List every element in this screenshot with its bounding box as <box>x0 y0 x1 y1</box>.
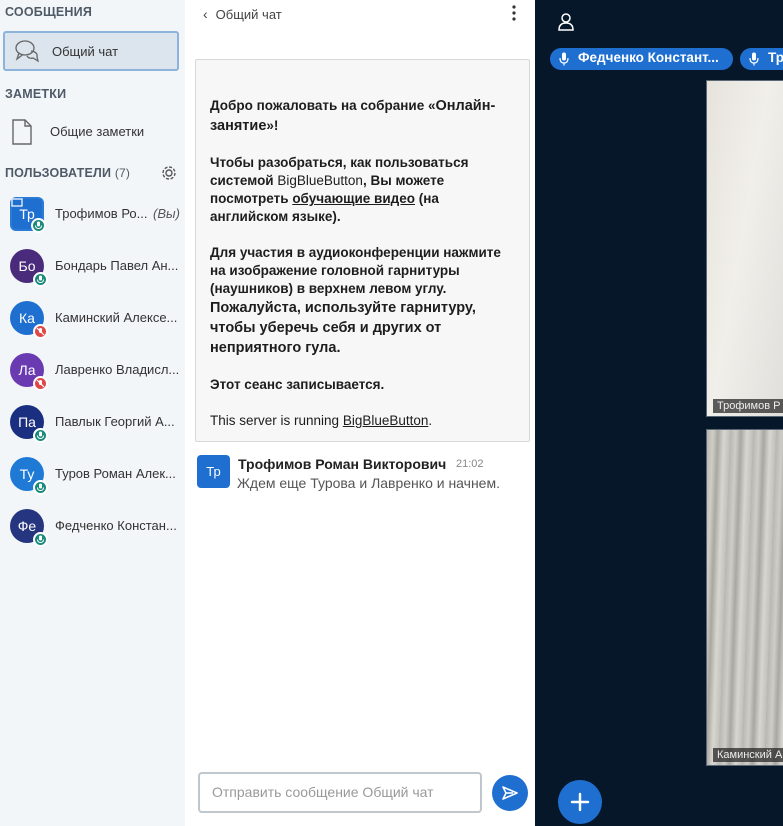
avatar-initials: Па <box>18 414 36 430</box>
video-tile[interactable]: Каминский А <box>706 429 783 766</box>
mic-icon <box>31 218 46 233</box>
users-title-text: ПОЛЬЗОВАТЕЛИ <box>5 166 112 180</box>
presenter-icon <box>11 198 23 207</box>
welcome-text: . <box>428 413 433 428</box>
welcome-text: Этот сеанс записывается. <box>210 377 385 392</box>
message-time: 21:02 <box>456 458 484 470</box>
message-author: Трофимов Роман Викторович <box>238 456 447 472</box>
chevron-left-icon: ‹ <box>203 6 208 22</box>
chat-panel: ‹ Общий чат Добро пожаловать на собрание … <box>185 0 535 826</box>
mic-icon <box>33 480 48 495</box>
user-icon[interactable] <box>558 13 574 31</box>
brand-text: BigBlueButton <box>277 173 363 188</box>
back-button[interactable]: ‹ Общий чат <box>203 6 282 22</box>
talking-indicator[interactable]: Тр <box>740 48 783 70</box>
public-chat-label: Общий чат <box>52 44 119 59</box>
user-item[interactable]: Бо Бондарь Павел Ан... <box>0 245 185 289</box>
chat-bubbles-icon <box>15 40 40 63</box>
recording-notice: Этот сеанс записывается. <box>210 376 515 394</box>
more-options-icon[interactable] <box>511 4 517 22</box>
avatar: Бо <box>10 249 48 287</box>
send-icon <box>502 786 518 800</box>
avatar-initials: Бо <box>18 258 36 274</box>
video-tile-name: Каминский А <box>713 748 783 762</box>
users-count: (7) <box>114 166 131 180</box>
tutorial-video-link[interactable]: обучающие видео <box>292 191 415 206</box>
welcome-audio: Для участия в аудиоконференции нажмите н… <box>210 244 515 358</box>
welcome-text: Добро пожаловать на собрание « <box>210 98 436 113</box>
user-list-sidebar: СООБЩЕНИЯ Общий чат ЗАМЕТКИ Общие заметк… <box>0 0 185 826</box>
video-area: Федченко Констант... Тр Трофимов Р Камин… <box>535 0 783 826</box>
user-item[interactable]: Ка Каминский Алексе... <box>0 297 185 341</box>
message-text: Ждем еще Турова и Лавренко и начнем. <box>237 475 500 491</box>
plus-icon <box>570 792 590 812</box>
welcome-text: »! <box>266 118 279 133</box>
muted-mic-icon <box>33 376 48 391</box>
video-tile-name: Трофимов Р <box>713 399 783 413</box>
user-name: Трофимов Ро... <box>55 206 148 221</box>
message-input[interactable]: Отправить сообщение Общий чат <box>198 772 482 813</box>
notes-section-title: ЗАМЕТКИ <box>5 87 67 101</box>
user-name: Павлык Георгий А... <box>55 414 175 429</box>
welcome-greeting: Добро пожаловать на собрание «Онлайн-зан… <box>210 96 515 136</box>
user-item[interactable]: Па Павлык Георгий А... <box>0 401 185 445</box>
actions-button[interactable] <box>558 780 602 824</box>
document-icon <box>12 119 32 145</box>
avatar-initials: Ка <box>19 310 35 326</box>
you-label: (Вы) <box>153 206 180 221</box>
avatar-initials: Ла <box>18 362 36 378</box>
avatar: Ла <box>10 353 48 391</box>
public-chat-item[interactable]: Общий чат <box>3 31 179 71</box>
avatar-initials: Ту <box>19 466 35 482</box>
users-section-title: ПОЛЬЗОВАТЕЛИ (7) <box>5 166 130 180</box>
welcome-text: Для участия в аудиоконференции нажмите н… <box>210 245 501 296</box>
muted-mic-icon <box>33 324 48 339</box>
send-button[interactable] <box>492 775 528 811</box>
messages-section-title: СООБЩЕНИЯ <box>5 5 93 19</box>
avatar: Фе <box>10 509 48 547</box>
shared-notes-item[interactable]: Общие заметки <box>0 114 185 150</box>
chat-title: Общий чат <box>215 7 282 22</box>
welcome-tutorial: Чтобы разобраться, как пользоваться сист… <box>210 154 515 226</box>
gear-icon[interactable] <box>160 164 178 182</box>
user-name: Федченко Констан... <box>55 518 177 533</box>
avatar: Ка <box>10 301 48 339</box>
avatar-initials: Фе <box>17 518 37 534</box>
talker-name: Федченко Констант... <box>578 50 719 65</box>
microphone-icon <box>559 52 569 66</box>
server-notice: This server is running BigBlueButton. <box>210 412 515 430</box>
user-name: Туров Роман Алек... <box>55 466 176 481</box>
user-item[interactable]: Фе Федченко Констан... <box>0 505 185 549</box>
chat-header: ‹ Общий чат <box>185 0 535 28</box>
avatar: Па <box>10 405 48 443</box>
mic-icon <box>33 532 48 547</box>
avatar: Тр <box>10 197 46 233</box>
user-name: Лавренко Владисл... <box>55 362 180 377</box>
welcome-text: This server is running <box>210 413 343 428</box>
user-item[interactable]: Ла Лавренко Владисл... <box>0 349 185 393</box>
headset-warning: Пожалуйста, используйте гарнитуру, чтобы… <box>210 300 476 356</box>
welcome-message: Добро пожаловать на собрание «Онлайн-зан… <box>195 59 530 442</box>
avatar: Ту <box>10 457 48 495</box>
mic-icon <box>33 272 48 287</box>
user-item[interactable]: Ту Туров Роман Алек... <box>0 453 185 497</box>
shared-notes-label: Общие заметки <box>50 124 145 139</box>
user-item[interactable]: Тр Трофимов Ро... (Вы) <box>0 193 185 237</box>
bigbluebutton-link[interactable]: BigBlueButton <box>343 413 429 428</box>
user-name: Бондарь Павел Ан... <box>55 258 179 273</box>
microphone-icon <box>749 52 759 66</box>
mic-icon <box>33 428 48 443</box>
video-tile[interactable]: Трофимов Р <box>706 80 783 417</box>
avatar: Тр <box>197 455 230 488</box>
talking-indicator[interactable]: Федченко Констант... <box>550 48 733 70</box>
user-name: Каминский Алексе... <box>55 310 178 325</box>
talker-name: Тр <box>768 50 783 65</box>
